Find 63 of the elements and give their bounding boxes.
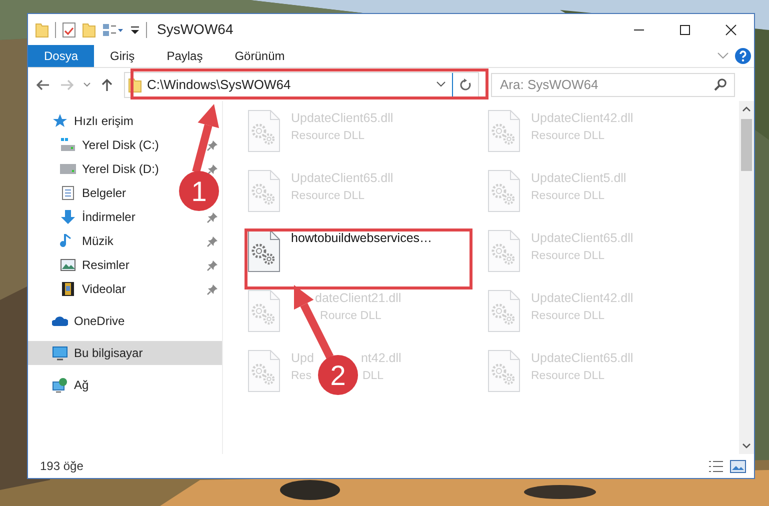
view-options-icon[interactable]	[102, 22, 124, 36]
pin-icon[interactable]	[207, 284, 218, 294]
file-gear-icon[interactable]	[247, 229, 281, 273]
address-bar[interactable]: C:\Windows\SysWOW64	[124, 72, 479, 98]
customize-caret-icon[interactable]	[130, 24, 140, 36]
monitor-icon	[52, 345, 68, 361]
scrollbar[interactable]	[739, 101, 754, 454]
refresh-icon[interactable]	[459, 78, 472, 92]
step-marker	[179, 171, 219, 211]
step-number: 2	[330, 360, 346, 391]
pin-icon[interactable]	[207, 212, 218, 222]
search-field[interactable]: Ara: SysWOW64	[491, 72, 735, 96]
item-count: 193 öğe	[40, 458, 84, 475]
close-icon	[725, 24, 737, 36]
download-icon	[60, 209, 76, 225]
maximize-icon	[679, 24, 691, 36]
ribbon-tab[interactable]: Giriş	[94, 45, 151, 67]
pin-icon[interactable]	[207, 164, 218, 174]
image-icon	[60, 257, 76, 273]
sidebar-item[interactable]: Bu bilgisayar	[28, 341, 222, 365]
help-icon[interactable]	[735, 48, 751, 64]
step-marker	[318, 355, 358, 395]
new-folder-icon[interactable]	[82, 22, 96, 38]
scroll-up-icon[interactable]	[742, 106, 751, 112]
drive-icon	[60, 161, 76, 177]
expand-ribbon-icon[interactable]	[717, 52, 729, 60]
scroll-down-icon[interactable]	[742, 443, 751, 449]
document-icon	[60, 185, 76, 201]
forward-arrow-icon	[60, 78, 74, 90]
sidebar-item[interactable]: Ağ	[28, 373, 93, 397]
sidebar-item[interactable]: İndirmeler	[28, 205, 222, 229]
film-icon	[60, 281, 76, 297]
sidebar-item[interactable]: Hızlı erişim	[28, 109, 138, 133]
arrow	[192, 104, 219, 174]
star-icon	[52, 113, 68, 129]
details-view-icon[interactable]	[708, 460, 724, 472]
up-arrow-icon	[101, 78, 113, 92]
drive-icon	[60, 137, 76, 153]
ribbon-tab[interactable]: Görünüm	[218, 45, 301, 67]
properties-icon[interactable]	[62, 22, 76, 38]
sidebar-item[interactable]: Yerel Disk (C:)	[28, 133, 222, 157]
pin-icon[interactable]	[207, 140, 218, 150]
address-path: C:\Windows\SysWOW64	[147, 76, 291, 94]
file-name[interactable]: howtobuildwebservices…	[291, 229, 432, 248]
dropdown-icon[interactable]	[436, 81, 446, 88]
pin-icon[interactable]	[207, 260, 218, 270]
large-icons-view-icon[interactable]	[730, 460, 746, 472]
sidebar-item[interactable]: Videolar	[28, 277, 222, 301]
folder-icon[interactable]	[35, 22, 49, 38]
sidebar-item[interactable]: Belgeler	[28, 181, 130, 205]
scrollbar-thumb[interactable]	[741, 119, 752, 171]
caret-icon	[83, 82, 91, 88]
search-icon	[714, 78, 727, 90]
back-arrow-icon	[36, 78, 50, 90]
pin-icon[interactable]	[207, 236, 218, 246]
ribbon-tab[interactable]: Paylaş	[150, 45, 219, 67]
minimize-icon	[633, 28, 645, 30]
sidebar-item[interactable]: OneDrive	[28, 309, 129, 333]
network-icon	[52, 377, 68, 393]
sidebar-item[interactable]: Resimler	[28, 253, 222, 277]
ribbon-tab[interactable]: Dosya	[28, 45, 94, 67]
window-title: SysWOW64	[157, 20, 234, 39]
sidebar-item[interactable]: Müzik	[28, 229, 222, 253]
